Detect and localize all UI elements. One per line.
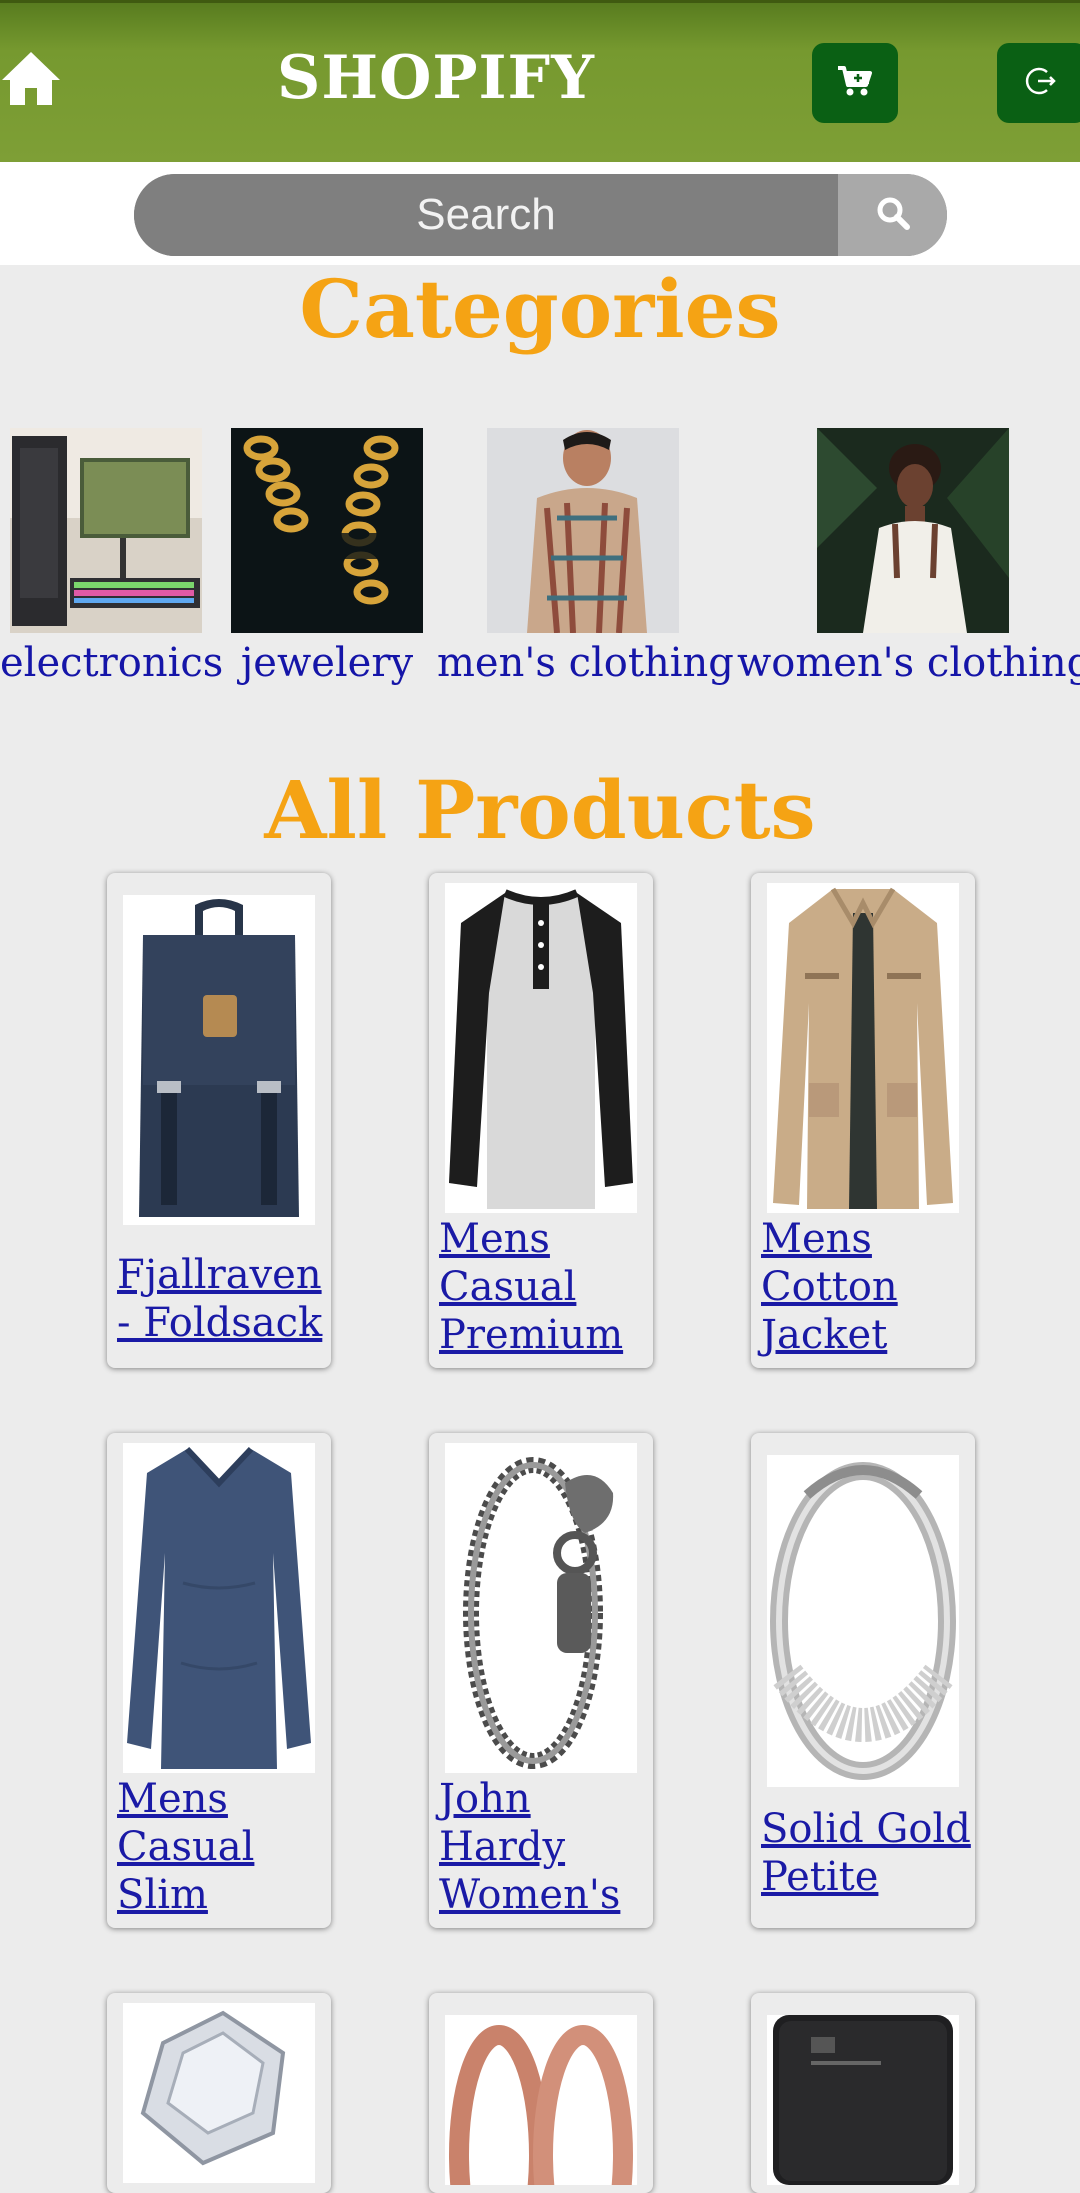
product-card[interactable]: Fjallraven - Foldsack <box>107 873 331 1368</box>
product-card[interactable]: Mens Casual Slim <box>107 1433 331 1928</box>
product-image-ring <box>767 1455 959 1787</box>
all-products-heading: All Products <box>264 763 816 857</box>
product-card[interactable]: John Hardy Women's <box>429 1433 653 1928</box>
product-image-jacket <box>767 883 959 1213</box>
search-input[interactable] <box>134 174 838 256</box>
product-image-henley <box>445 883 637 1213</box>
product-image-slim-tee <box>123 1443 315 1773</box>
logout-button[interactable] <box>997 43 1080 123</box>
brand-title: SHOPIFY <box>277 43 595 113</box>
product-card[interactable] <box>751 1993 975 2193</box>
logout-icon <box>1025 64 1059 102</box>
product-card[interactable]: Mens Casual Premium <box>429 873 653 1368</box>
product-image-bracelet <box>445 1443 637 1773</box>
product-link[interactable]: Mens Cotton Jacket <box>761 1215 971 1359</box>
product-image-diamond-ring <box>123 2003 315 2183</box>
product-link[interactable]: Mens Casual Slim <box>117 1775 327 1919</box>
search-icon <box>876 196 910 234</box>
category-label: electronics <box>0 640 224 686</box>
product-image-backpack <box>123 895 315 1225</box>
category-label: men's clothing <box>437 640 734 686</box>
cart-button[interactable] <box>812 43 898 123</box>
electronics-image <box>10 428 202 633</box>
product-link[interactable]: Mens Casual Premium <box>439 1215 649 1359</box>
product-link[interactable]: John Hardy Women's <box>439 1775 649 1919</box>
product-link[interactable]: Fjallraven - Foldsack <box>117 1251 327 1347</box>
womens-clothing-image <box>817 428 1009 633</box>
product-card[interactable] <box>429 1993 653 2193</box>
product-image-hard-drive <box>767 2015 959 2185</box>
product-image-rose-gold <box>445 2015 637 2185</box>
jewelery-image <box>231 428 423 633</box>
product-card[interactable]: Mens Cotton Jacket <box>751 873 975 1368</box>
top-app-bar: SHOPIFY <box>0 0 1080 162</box>
categories-heading: Categories <box>299 262 781 356</box>
product-card[interactable]: Solid Gold Petite <box>751 1433 975 1928</box>
search-button[interactable] <box>838 174 947 256</box>
category-label: jewelery <box>240 640 414 686</box>
cart-icon <box>837 65 873 101</box>
mens-clothing-image <box>487 428 679 633</box>
product-card[interactable] <box>107 1993 331 2193</box>
search-bar <box>0 162 1080 265</box>
search-container <box>134 174 947 256</box>
home-icon[interactable] <box>0 48 62 108</box>
category-label: women's clothing <box>737 640 1080 686</box>
product-link[interactable]: Solid Gold Petite <box>761 1805 971 1901</box>
